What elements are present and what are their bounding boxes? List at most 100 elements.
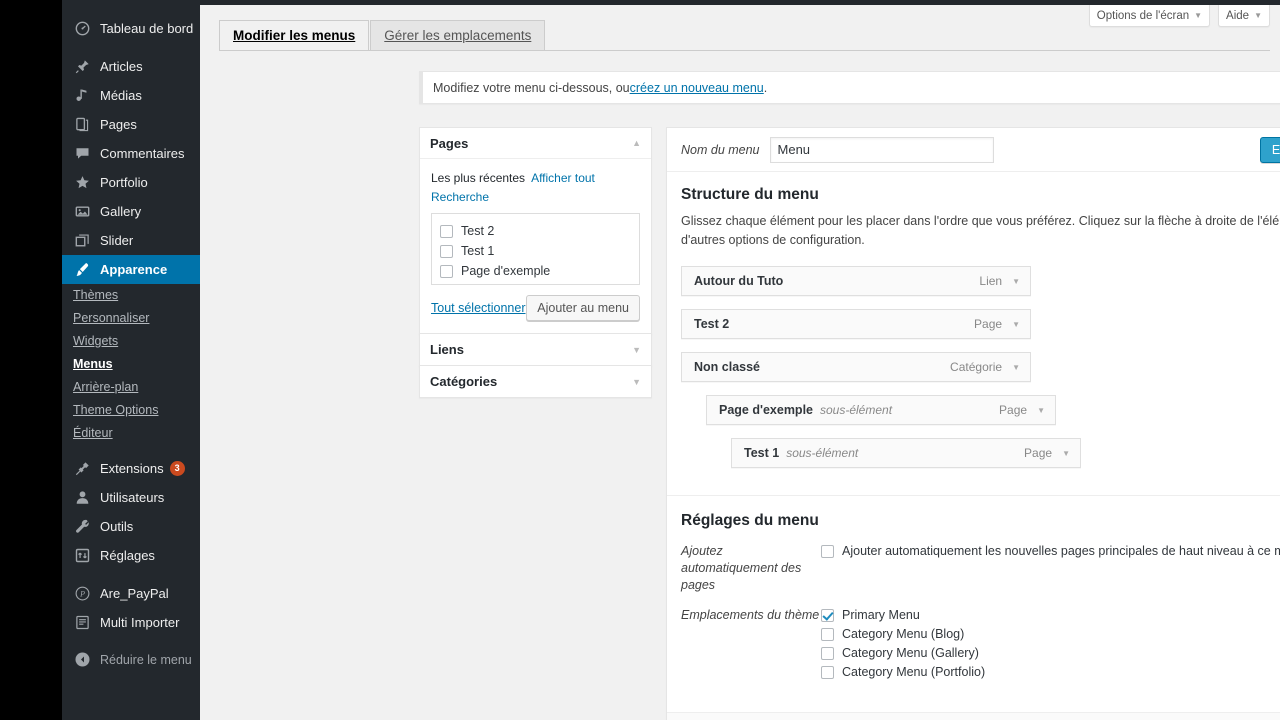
- star-icon: [72, 173, 92, 193]
- accordion-head-liens[interactable]: Liens ▼: [420, 334, 651, 365]
- page-checkbox-row[interactable]: Test 2: [440, 221, 631, 241]
- theme-locations-row: Emplacements du thème Primary Menu Catego…: [681, 606, 1280, 682]
- sidebar-item-pages[interactable]: Pages: [62, 110, 200, 139]
- auto-add-pages-label: Ajoutez automatiquement des pages: [681, 544, 802, 592]
- screen-meta-links: Options de l'écran ▼ Aide ▼: [1088, 5, 1270, 27]
- pages-tab-search[interactable]: Recherche: [431, 190, 489, 204]
- chevron-down-icon[interactable]: ▼: [1037, 406, 1045, 415]
- submenu-item-editeur[interactable]: Éditeur: [62, 422, 200, 445]
- add-to-menu-button[interactable]: Ajouter au menu: [526, 295, 640, 321]
- help-button[interactable]: Aide ▼: [1218, 5, 1270, 27]
- theme-location-checkbox[interactable]: [821, 609, 834, 622]
- theme-location-checkbox[interactable]: [821, 647, 834, 660]
- theme-location-row[interactable]: Category Menu (Gallery): [821, 644, 1280, 663]
- chevron-down-icon: ▼: [1254, 11, 1262, 20]
- theme-location-row[interactable]: Primary Menu: [821, 606, 1280, 625]
- sidebar-item-utilisateurs-label: Utilisateurs: [100, 490, 165, 505]
- menu-item-row[interactable]: Autour du Tuto Lien ▼: [681, 266, 1031, 296]
- accordion-head-pages[interactable]: Pages ▲: [420, 128, 651, 159]
- menu-item-row[interactable]: Non classé Catégorie ▼: [681, 352, 1031, 382]
- theme-location-row[interactable]: Category Menu (Blog): [821, 625, 1280, 644]
- menu-item-title: Non classé: [694, 360, 761, 374]
- sidebar-item-medias[interactable]: Médias: [62, 81, 200, 110]
- menu-item-row[interactable]: Test 1 sous-élément Page ▼: [731, 438, 1081, 468]
- auto-add-pages-checkbox[interactable]: [821, 545, 834, 558]
- sidebar-item-slider[interactable]: Slider: [62, 226, 200, 255]
- select-all-link[interactable]: Tout sélectionner: [431, 301, 526, 315]
- theme-location-checkbox[interactable]: [821, 666, 834, 679]
- sidebar-item-are-paypal[interactable]: P Are_PayPal: [62, 579, 200, 608]
- sidebar-item-articles[interactable]: Articles: [62, 52, 200, 81]
- chevron-up-icon[interactable]: ▲: [632, 138, 641, 148]
- sidebar-item-multi-importer[interactable]: Multi Importer: [62, 608, 200, 637]
- pages-panel-tabs: Les plus récentes Afficher tout Recherche: [431, 169, 640, 207]
- plugin-icon: [72, 459, 92, 479]
- theme-location-label: Primary Menu: [842, 608, 920, 622]
- submenu-item-widgets[interactable]: Widgets: [62, 330, 200, 353]
- pages-tab-view-all[interactable]: Afficher tout: [531, 171, 595, 185]
- submenu-item-menus[interactable]: Menus: [62, 353, 200, 376]
- sidebar-item-gallery[interactable]: Gallery: [62, 197, 200, 226]
- submenu-item-theme-options[interactable]: Theme Options: [62, 399, 200, 422]
- menu-item-meta: Page ▼: [1024, 446, 1070, 460]
- submenu-item-arriere-plan[interactable]: Arrière-plan: [62, 376, 200, 399]
- menu-edit-column: Nom du menu Enregistrer le menu Structur…: [666, 127, 1280, 720]
- accordion-panel-pages: Pages ▲ Les plus récentes Afficher tout R…: [419, 127, 652, 334]
- theme-location-checkbox[interactable]: [821, 628, 834, 641]
- accordion-body-pages: Les plus récentes Afficher tout Recherche…: [420, 159, 651, 333]
- page-checkbox-row[interactable]: Page d'exemple: [440, 261, 631, 281]
- chevron-down-icon[interactable]: ▼: [1012, 363, 1020, 372]
- sidebar-item-commentaires[interactable]: Commentaires: [62, 139, 200, 168]
- sidebar-item-dashboard[interactable]: Tableau de bord: [62, 14, 200, 43]
- sidebar-item-outils[interactable]: Outils: [62, 512, 200, 541]
- screen-options-button[interactable]: Options de l'écran ▼: [1088, 5, 1211, 27]
- sidebar-item-portfolio[interactable]: Portfolio: [62, 168, 200, 197]
- create-new-menu-link[interactable]: créez un nouveau menu: [630, 81, 764, 95]
- accordion-title-liens: Liens: [430, 342, 464, 357]
- svg-text:P: P: [79, 590, 85, 599]
- menu-separator: [62, 570, 200, 579]
- menu-item-type: Page: [974, 317, 1003, 331]
- menu-item-subitem-label: sous-élément: [820, 403, 893, 417]
- collapse-menu-button[interactable]: Réduire le menu: [62, 645, 200, 674]
- chevron-down-icon[interactable]: ▼: [1012, 277, 1020, 286]
- auto-add-pages-option[interactable]: Ajouter automatiquement les nouvelles pa…: [821, 542, 1280, 561]
- pages-icon: [72, 115, 92, 135]
- pages-tab-recent[interactable]: Les plus récentes: [431, 171, 532, 186]
- sidebar-item-outils-label: Outils: [100, 519, 134, 534]
- main-content: Options de l'écran ▼ Aide ▼ Modifier les…: [200, 0, 1280, 720]
- sidebar-item-apparence[interactable]: Apparence: [62, 255, 208, 284]
- theme-locations-label: Emplacements du thème: [681, 608, 820, 622]
- menu-name-input[interactable]: [769, 136, 994, 163]
- chevron-down-icon[interactable]: ▼: [632, 345, 641, 355]
- wrench-icon: [72, 517, 92, 537]
- menu-structure-section: Structure du menu Glissez chaque élément…: [667, 172, 1280, 489]
- menu-item-type: Lien: [979, 274, 1003, 288]
- sidebar-item-reglages[interactable]: Réglages: [62, 541, 200, 570]
- menu-item-row[interactable]: Test 2 Page ▼: [681, 309, 1031, 339]
- menu-item-meta: Catégorie ▼: [950, 360, 1020, 374]
- sidebar-item-commentaires-label: Commentaires: [100, 146, 185, 161]
- menu-item-subitem-label: sous-élément: [786, 446, 859, 460]
- page-checkbox[interactable]: [440, 264, 453, 278]
- chevron-down-icon[interactable]: ▼: [1062, 449, 1070, 458]
- menu-item-meta: Lien ▼: [979, 274, 1020, 288]
- tab-modifier-les-menus[interactable]: Modifier les menus: [219, 20, 370, 51]
- submenu-item-personnaliser[interactable]: Personnaliser: [62, 307, 200, 330]
- page-checkbox-row[interactable]: Test 1: [440, 241, 631, 261]
- tab-gerer-les-emplacements[interactable]: Gérer les emplacements: [370, 20, 546, 50]
- menu-item-title: Autour du Tuto: [694, 274, 784, 288]
- accordion-head-categories[interactable]: Catégories ▼: [420, 366, 651, 397]
- menu-item-row[interactable]: Page d'exemple sous-élément Page ▼: [706, 395, 1056, 425]
- theme-location-row[interactable]: Category Menu (Portfolio): [821, 663, 1280, 682]
- sidebar-item-extensions[interactable]: Extensions 3: [62, 454, 200, 483]
- chevron-down-icon[interactable]: ▼: [1012, 320, 1020, 329]
- sidebar-item-utilisateurs[interactable]: Utilisateurs: [62, 483, 200, 512]
- page-checkbox[interactable]: [440, 244, 453, 258]
- save-menu-button-top[interactable]: Enregistrer le menu: [1259, 137, 1280, 163]
- chevron-down-icon[interactable]: ▼: [632, 377, 641, 387]
- menu-settings-section: Réglages du menu Ajoutez automatiquement…: [667, 496, 1280, 712]
- submenu-item-themes[interactable]: Thèmes: [62, 284, 200, 307]
- page-checkbox[interactable]: [440, 224, 453, 238]
- auto-add-pages-row: Ajoutez automatiquement des pages Ajoute…: [681, 542, 1280, 594]
